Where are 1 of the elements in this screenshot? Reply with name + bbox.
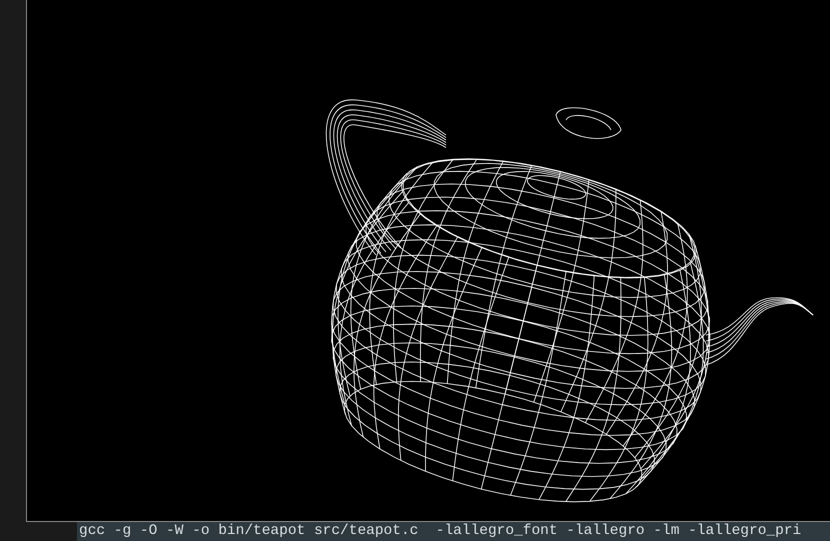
terminal-line: gcc -g -O -W -o bin/teapot src/teapot.c -lallegro_font -lallegro -lm -lallegro_pri: [79, 522, 802, 541]
